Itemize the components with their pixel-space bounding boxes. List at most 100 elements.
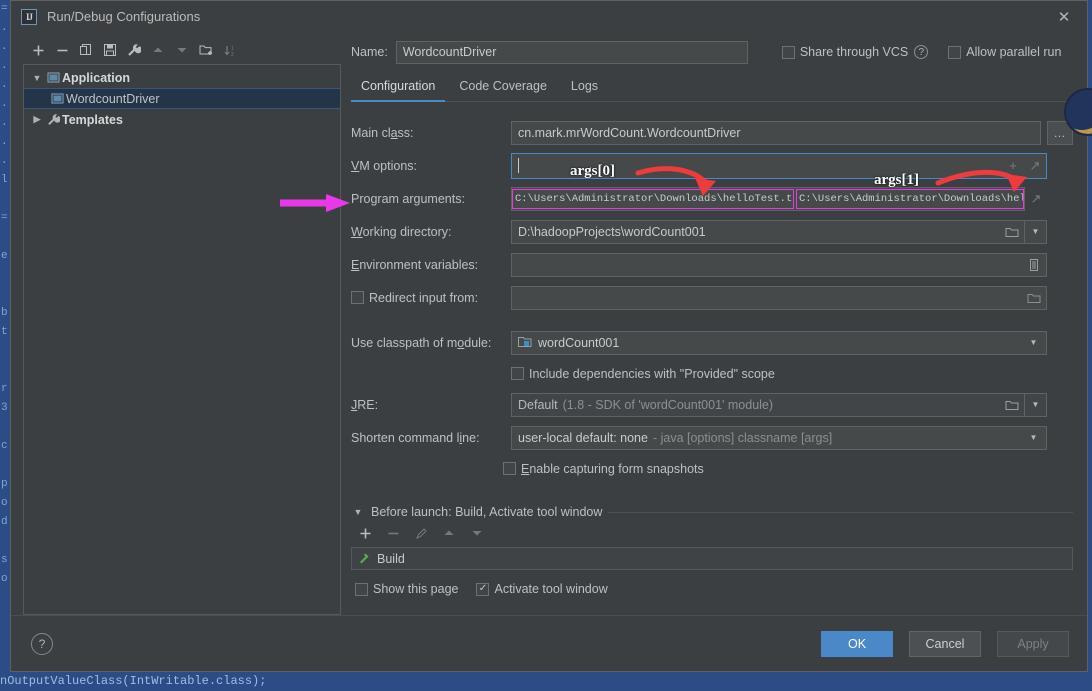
tree-group-application[interactable]: ▼ Application <box>24 67 340 88</box>
activate-tool-window-checkbox[interactable]: ✓ Activate tool window <box>476 582 608 596</box>
remove-configuration-button[interactable] <box>51 39 73 61</box>
name-label: Name: <box>351 45 388 59</box>
plus-icon[interactable]: + <box>1002 154 1024 178</box>
folder-icon[interactable] <box>999 392 1025 417</box>
dialog-footer: ? OK Cancel Apply <box>11 615 1087 671</box>
chevron-down-icon[interactable]: ▼ <box>1025 219 1047 244</box>
name-row: Name: WordcountDriver Share through VCS … <box>351 39 1073 65</box>
expand-icon[interactable]: ↗ <box>1025 187 1047 211</box>
configurations-tree[interactable]: ▼ Application WordcountDriver ▶ Template… <box>23 64 341 615</box>
tab-logs[interactable]: Logs <box>561 75 608 102</box>
text-caret <box>518 158 519 173</box>
cancel-button[interactable]: Cancel <box>909 630 981 657</box>
tree-group-templates[interactable]: ▶ Templates <box>24 109 340 130</box>
configuration-form: Main class: cn.mark.mrWordCount.Wordcoun… <box>351 116 1073 483</box>
divider <box>608 511 1073 513</box>
run-debug-configurations-dialog: IJ Run/Debug Configurations ✕ 1 2 ▼ Appl… <box>10 0 1088 672</box>
shorten-command-line-label: Shorten command line: <box>351 430 480 445</box>
redirect-input-row: Redirect input from: <box>351 281 1073 314</box>
environment-variables-row: Environment variables: <box>351 248 1073 281</box>
program-arguments-row: Program arguments: C:\Users\Administrato… <box>351 182 1073 215</box>
tab-code-coverage[interactable]: Code Coverage <box>449 75 557 102</box>
move-down-button[interactable] <box>171 39 193 61</box>
chevron-down-icon[interactable]: ▼ <box>1021 425 1047 450</box>
before-launch-task-label: Build <box>377 551 405 566</box>
jre-hint: (1.8 - SDK of 'wordCount001' module) <box>562 397 774 412</box>
move-task-down-button[interactable] <box>466 522 488 544</box>
redirect-input-checkbox[interactable]: Redirect input from: <box>351 291 503 305</box>
tree-item-wordcountdriver[interactable]: WordcountDriver <box>24 88 340 109</box>
shorten-command-line-input[interactable]: user-local default: none - java [options… <box>511 425 1021 450</box>
show-this-page-label: Show this page <box>373 582 459 596</box>
classpath-module-input[interactable]: wordCount001 <box>511 330 1021 355</box>
working-directory-row: Working directory: D:\hadoopProjects\wor… <box>351 215 1073 248</box>
jre-input[interactable]: Default (1.8 - SDK of 'wordCount001' mod… <box>511 392 999 417</box>
jre-row: JRE: Default (1.8 - SDK of 'wordCount001… <box>351 388 1073 421</box>
show-this-page-checkbox[interactable]: Show this page <box>355 582 458 596</box>
jre-label: JRE: <box>351 397 379 412</box>
classpath-module-row: Use classpath of module: wordCount001 ▼ <box>351 326 1073 359</box>
before-launch-header[interactable]: ▼ Before launch: Build, Activate tool wi… <box>351 505 1073 519</box>
before-launch-section: ▼ Before launch: Build, Activate tool wi… <box>351 505 1073 596</box>
save-configuration-icon[interactable] <box>99 39 121 61</box>
chevron-down-icon[interactable]: ▼ <box>1021 330 1047 355</box>
share-through-vcs-checkbox[interactable]: Share through VCS <box>781 45 909 59</box>
new-folder-icon[interactable] <box>195 39 217 61</box>
build-hammer-icon <box>358 551 371 567</box>
ok-button[interactable]: OK <box>821 630 893 657</box>
expand-icon[interactable]: ↗ <box>1024 154 1046 178</box>
wrench-icon[interactable] <box>123 39 145 61</box>
activate-tool-window-label: Activate tool window <box>494 582 608 596</box>
program-arguments-input[interactable]: C:\Users\Administrator\Downloads\helloTe… <box>511 186 1025 211</box>
chevron-right-icon[interactable]: ▶ <box>30 114 44 125</box>
vm-options-input[interactable]: + ↗ <box>511 152 1047 179</box>
sort-icon[interactable]: 12 <box>219 39 241 61</box>
name-input[interactable]: WordcountDriver <box>395 40 748 64</box>
working-directory-input[interactable]: D:\hadoopProjects\wordCount001 <box>511 219 999 244</box>
svg-text:2: 2 <box>231 52 234 57</box>
wrench-icon <box>44 113 62 126</box>
tree-group-label: Templates <box>62 112 123 127</box>
dialog-titlebar: IJ Run/Debug Configurations ✕ <box>11 1 1087 33</box>
folder-icon[interactable] <box>999 219 1025 244</box>
enable-snapshots-checkbox[interactable]: Enable capturing form snapshots <box>503 462 704 476</box>
shorten-command-line-value: user-local default: none <box>518 430 648 445</box>
redirect-input-field[interactable] <box>511 285 1021 310</box>
dialog-title: Run/Debug Configurations <box>47 9 201 24</box>
configurations-panel: 12 ▼ Application WordcountDriver ▶ Templ… <box>23 33 341 615</box>
close-icon[interactable]: ✕ <box>1041 1 1087 33</box>
copy-configuration-icon[interactable] <box>75 39 97 61</box>
checkbox-box <box>355 582 368 596</box>
tree-group-label: Application <box>62 70 131 85</box>
include-provided-checkbox[interactable]: Include dependencies with "Provided" sco… <box>511 367 775 381</box>
chevron-down-icon[interactable]: ▼ <box>1025 392 1047 417</box>
redirect-input-label: Redirect input from: <box>369 290 479 305</box>
remove-task-button[interactable] <box>382 522 404 544</box>
apply-button[interactable]: Apply <box>997 630 1069 657</box>
help-icon[interactable]: ? <box>31 632 53 655</box>
environment-variables-input[interactable] <box>511 252 1021 277</box>
checkbox-box <box>351 291 364 304</box>
main-class-input[interactable]: cn.mark.mrWordCount.WordcountDriver <box>511 120 1041 145</box>
move-task-up-button[interactable] <box>438 522 460 544</box>
list-icon[interactable] <box>1021 252 1047 277</box>
folder-icon[interactable] <box>1021 285 1047 310</box>
move-up-button[interactable] <box>147 39 169 61</box>
share-through-vcs-label: Share through VCS <box>799 45 909 59</box>
shorten-command-line-row: Shorten command line: user-local default… <box>351 421 1073 454</box>
vm-options-row: VM options: + ↗ <box>351 149 1073 182</box>
add-configuration-button[interactable] <box>27 39 49 61</box>
pencil-icon[interactable] <box>410 522 432 544</box>
chevron-down-icon[interactable]: ▼ <box>351 507 365 517</box>
help-icon[interactable]: ? <box>914 45 929 59</box>
allow-parallel-run-checkbox[interactable]: Allow parallel run <box>948 45 1061 59</box>
before-launch-task-row[interactable]: Build <box>351 547 1073 570</box>
main-class-label: Main class: <box>351 125 414 140</box>
add-task-button[interactable] <box>354 522 376 544</box>
before-launch-toolbar <box>351 519 1073 547</box>
configuration-editor-panel: Name: WordcountDriver Share through VCS … <box>351 33 1073 615</box>
program-argument-0: C:\Users\Administrator\Downloads\helloTe… <box>512 188 794 209</box>
chevron-down-icon[interactable]: ▼ <box>30 73 44 83</box>
classpath-module-value: wordCount001 <box>538 335 620 350</box>
tab-configuration[interactable]: Configuration <box>351 75 446 102</box>
